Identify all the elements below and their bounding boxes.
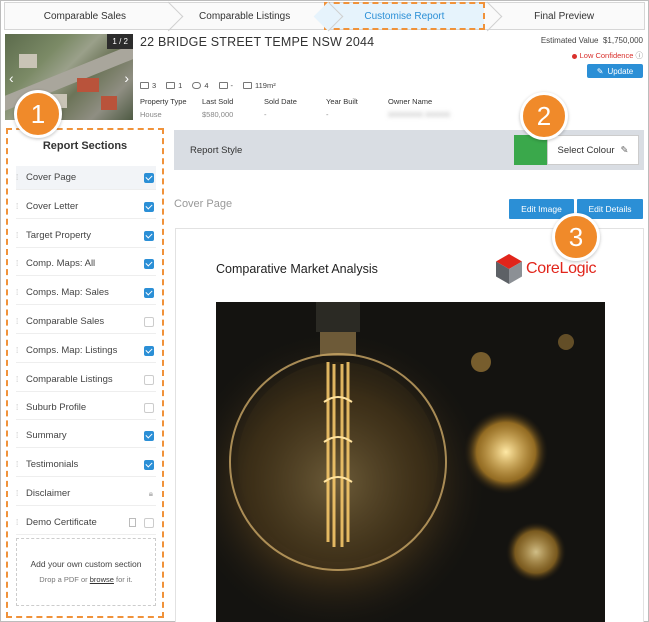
section-comp-maps-all[interactable]: ⁞ Comp. Maps: All	[16, 252, 156, 276]
bath-icon	[166, 82, 176, 89]
property-attributes: 3 1 4 - 119m²	[140, 81, 276, 90]
checkbox-checked[interactable]	[144, 258, 154, 269]
land-size-icon	[243, 82, 253, 89]
drag-handle-icon[interactable]: ⁞	[16, 489, 26, 498]
section-demo-certificate[interactable]: ⁞ Demo Certificate	[16, 511, 156, 535]
section-comps-map-sales[interactable]: ⁞ Comps. Map: Sales	[16, 281, 156, 305]
drag-handle-icon[interactable]: ⁞	[16, 231, 26, 240]
bath-attribute: 1	[166, 81, 182, 90]
drag-handle-icon[interactable]: ⁞	[16, 288, 26, 297]
step-comparable-sales[interactable]: Comparable Sales	[5, 3, 165, 29]
section-comps-map-listings[interactable]: ⁞ Comps. Map: Listings	[16, 339, 156, 363]
step-comparable-listings[interactable]: Comparable Listings	[165, 3, 325, 29]
pencil-icon: ✎	[620, 144, 629, 156]
section-summary[interactable]: ⁞ Summary	[16, 424, 156, 448]
car-icon	[192, 82, 202, 89]
drag-handle-icon[interactable]: ⁞	[16, 431, 26, 440]
report-sections-panel: Report Sections ⁞ Cover Page ⁞ Cover Lette…	[6, 128, 164, 618]
checkbox-checked[interactable]	[144, 172, 154, 183]
estimated-value-amount: $1,750,000	[602, 36, 643, 45]
drag-handle-icon[interactable]: ⁞	[16, 403, 26, 412]
report-style-label: Report Style	[190, 145, 243, 156]
drag-handle-icon[interactable]: ⁞	[16, 518, 26, 527]
section-suburb-profile[interactable]: ⁞ Suburb Profile	[16, 396, 156, 420]
checkbox-unchecked[interactable]	[144, 517, 154, 528]
drag-handle-icon[interactable]: ⁞	[16, 202, 26, 211]
step-final-preview[interactable]: Final Preview	[484, 3, 644, 29]
update-button[interactable]: ✎ Update	[587, 64, 643, 78]
cover-page-label: Cover Page	[174, 198, 233, 210]
callout-badge-2: 2	[520, 92, 568, 140]
report-style-bar: Report Style Select Colour ✎	[174, 130, 644, 170]
area-icon	[218, 82, 228, 89]
status-dot-icon	[571, 53, 577, 59]
estimated-value: Estimated Value $1,750,000 Low Confidenc…	[540, 36, 643, 61]
checkbox-checked[interactable]	[144, 201, 154, 212]
pencil-icon: ✎	[596, 66, 604, 76]
land-attribute: 119m²	[243, 81, 276, 90]
drag-handle-icon[interactable]: ⁞	[16, 259, 26, 268]
step-customise-report[interactable]: Customise Report	[323, 2, 486, 30]
section-cover-page[interactable]: ⁞ Cover Page	[16, 166, 156, 190]
drag-handle-icon[interactable]: ⁞	[16, 460, 26, 469]
drag-handle-icon[interactable]: ⁞	[16, 173, 26, 182]
browse-link[interactable]: browse	[90, 575, 114, 584]
checkbox-checked[interactable]	[144, 430, 154, 441]
checkbox-checked[interactable]	[144, 459, 154, 470]
cover-image	[216, 302, 605, 622]
checkbox-unchecked[interactable]	[144, 316, 154, 327]
drag-handle-icon[interactable]: ⁞	[16, 346, 26, 355]
custom-section-dropzone[interactable]: Add your own custom section Drop a PDF o…	[16, 538, 156, 606]
owner-name-redacted: XXXXXXX XXXXX	[388, 110, 451, 119]
drag-handle-icon[interactable]: ⁞	[16, 375, 26, 384]
photo-counter: 1 / 2	[107, 34, 133, 49]
checkbox-unchecked[interactable]	[144, 374, 154, 385]
document-icon	[129, 518, 136, 527]
checkbox-checked[interactable]	[144, 287, 154, 298]
bed-icon	[140, 82, 149, 89]
lock-icon: 🔒︎	[148, 488, 153, 498]
section-comparable-sales[interactable]: ⁞ Comparable Sales	[16, 310, 156, 334]
checkbox-checked[interactable]	[144, 230, 154, 241]
wizard-steps: Comparable Sales Comparable Listings Cus…	[4, 2, 645, 30]
select-colour-button[interactable]: Select Colour ✎	[547, 135, 639, 165]
callout-badge-3: 3	[552, 213, 600, 261]
chevron-right-icon[interactable]: ›	[124, 70, 129, 86]
section-testimonials[interactable]: ⁞ Testimonials	[16, 453, 156, 477]
property-meta: Property Type House Last Sold $580,000 Sol…	[140, 97, 468, 119]
section-comparable-listings[interactable]: ⁞ Comparable Listings	[16, 368, 156, 392]
car-attribute: 4	[192, 81, 209, 90]
chevron-left-icon[interactable]: ‹	[9, 70, 14, 86]
cover-heading: Comparative Market Analysis	[216, 262, 378, 276]
section-disclaimer[interactable]: ⁞ Disclaimer 🔒︎	[16, 482, 156, 506]
checkbox-checked[interactable]	[144, 345, 154, 356]
info-icon[interactable]: ⓘ	[636, 51, 644, 60]
cover-page-preview: Comparative Market Analysis CoreLogic	[175, 228, 644, 622]
confidence-badge: Low Confidence ⓘ	[541, 50, 643, 61]
other-attribute: -	[218, 81, 233, 90]
report-sections-title: Report Sections	[42, 140, 128, 152]
property-address: 22 BRIDGE STREET TEMPE NSW 2044	[140, 35, 375, 49]
checkbox-unchecked[interactable]	[144, 402, 154, 413]
bed-attribute: 3	[140, 81, 156, 90]
callout-badge-1: 1	[14, 90, 62, 138]
section-target-property[interactable]: ⁞ Target Property	[16, 224, 156, 248]
section-cover-letter[interactable]: ⁞ Cover Letter	[16, 195, 156, 219]
corelogic-logo-icon	[496, 254, 522, 284]
lightbulb-image	[216, 302, 605, 622]
drag-handle-icon[interactable]: ⁞	[16, 317, 26, 326]
